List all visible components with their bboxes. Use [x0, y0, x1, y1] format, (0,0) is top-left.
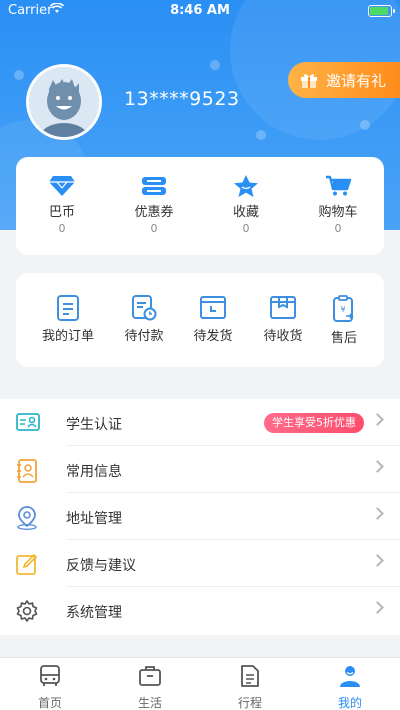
battery-icon	[368, 5, 395, 17]
star-icon	[234, 175, 258, 197]
asset-value: 0	[150, 222, 158, 235]
diamond-icon	[49, 176, 75, 196]
decorative-node	[210, 60, 220, 70]
decorative-node	[14, 70, 24, 80]
tab-life[interactable]: 生活	[100, 664, 200, 710]
invite-label: 邀请有礼	[326, 71, 387, 90]
document-icon	[241, 665, 259, 687]
asset-coupons[interactable]: 优惠券 0	[108, 175, 200, 235]
gift-icon	[300, 72, 318, 88]
decorative-node	[256, 130, 266, 140]
menu-item-student-verification[interactable]: 学生认证 学生享受5折优惠	[0, 399, 400, 446]
menu-label: 学生认证	[66, 417, 122, 433]
asset-value: 0	[58, 222, 66, 235]
asset-label: 购物车	[318, 205, 358, 220]
menu-label: 常用信息	[66, 464, 122, 480]
order-list-icon	[57, 295, 79, 321]
decorative-node	[360, 120, 370, 130]
settings-menu: 学生认证 学生享受5折优惠 常用信息 地址管理 反馈与建议 系统管理	[0, 399, 400, 635]
order-after-sales[interactable]: ¥ 售后	[298, 295, 390, 346]
contacts-book-icon	[16, 459, 38, 483]
bus-icon	[40, 665, 60, 686]
asset-coins[interactable]: 巴币 0	[16, 175, 108, 235]
chevron-right-icon	[371, 460, 384, 473]
tab-trips[interactable]: 行程	[200, 664, 300, 710]
pending-payment-icon	[132, 295, 157, 321]
settings-gear-icon	[16, 600, 38, 622]
bottom-tab-bar: 首页 生活 行程 我的	[0, 657, 400, 710]
menu-item-system-settings[interactable]: 系统管理	[0, 587, 400, 634]
orders-card: 我的订单 待付款 待发货 待收货 ¥ 售后	[16, 273, 384, 367]
invite-button[interactable]: 邀请有礼	[288, 62, 400, 98]
menu-label: 地址管理	[66, 511, 122, 527]
asset-value: 0	[242, 222, 250, 235]
asset-label: 巴币	[48, 205, 75, 220]
student-card-icon	[16, 412, 40, 434]
menu-item-common-info[interactable]: 常用信息	[0, 446, 400, 493]
svg-text:¥: ¥	[340, 305, 345, 314]
avatar-face-icon	[29, 67, 99, 137]
asset-label: 优惠券	[134, 205, 174, 220]
chevron-right-icon	[371, 601, 384, 614]
tab-home[interactable]: 首页	[0, 664, 100, 710]
menu-item-feedback[interactable]: 反馈与建议	[0, 540, 400, 587]
tab-label: 行程	[237, 696, 262, 710]
menu-label: 反馈与建议	[66, 558, 136, 574]
menu-label: 系统管理	[66, 605, 122, 621]
tab-label: 首页	[37, 696, 62, 710]
menu-item-address[interactable]: 地址管理	[0, 493, 400, 540]
asset-favorites[interactable]: 收藏 0	[200, 175, 292, 235]
tab-label: 生活	[137, 696, 162, 710]
avatar[interactable]	[26, 64, 102, 140]
coupon-icon	[142, 177, 166, 195]
pending-receipt-icon	[270, 296, 296, 319]
tab-label: 我的	[337, 696, 362, 710]
chevron-right-icon	[371, 554, 384, 567]
briefcase-icon	[139, 666, 161, 686]
order-label: 售后	[330, 331, 357, 346]
student-discount-badge: 学生享受5折优惠	[264, 413, 364, 433]
cart-icon	[326, 175, 352, 196]
after-sales-icon: ¥	[333, 295, 354, 322]
clock: 8:46 AM	[170, 3, 230, 18]
asset-value: 0	[334, 222, 342, 235]
asset-label: 收藏	[232, 205, 259, 220]
phone-number: 13****9523	[124, 88, 240, 110]
user-icon	[340, 666, 360, 687]
asset-cart[interactable]: 购物车 0	[292, 175, 384, 235]
assets-card: 巴币 0 优惠券 0 收藏 0 购物车 0	[16, 157, 384, 255]
edit-note-icon	[16, 553, 38, 575]
pending-shipment-icon	[200, 296, 226, 319]
status-bar: Carrier 8:46 AM	[0, 0, 400, 22]
chevron-right-icon	[371, 413, 384, 426]
chevron-right-icon	[371, 507, 384, 520]
tab-me[interactable]: 我的	[300, 664, 400, 710]
location-pin-icon	[16, 506, 38, 531]
